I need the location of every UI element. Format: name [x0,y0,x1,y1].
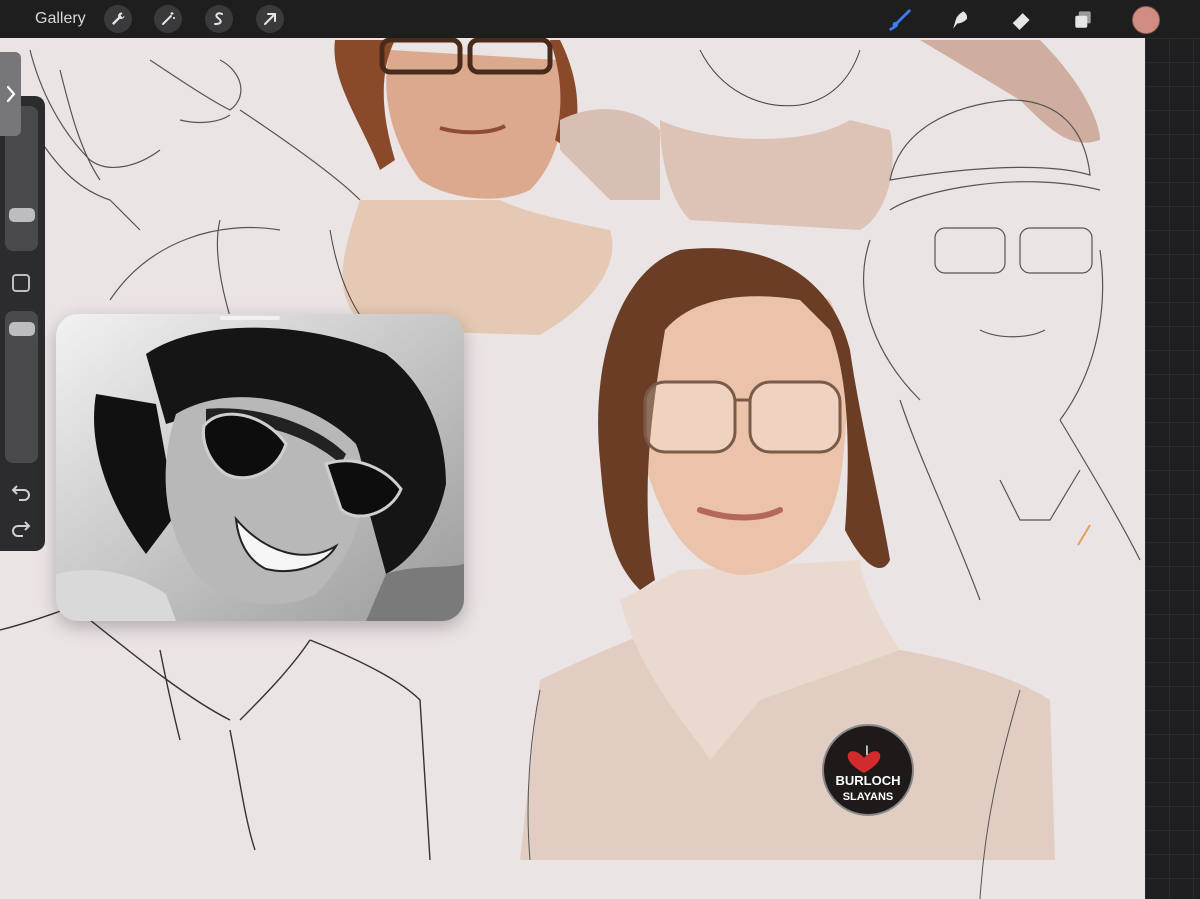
redo-icon[interactable] [10,516,32,538]
reference-window[interactable] [56,314,464,621]
smudge-icon[interactable] [946,6,974,34]
brush-size-slider-thumb[interactable] [9,208,35,223]
opacity-slider[interactable] [5,311,38,463]
magic-wand-icon[interactable] [154,5,182,33]
badge-text-burloch: BURLOCH [836,773,901,788]
brush-icon[interactable] [886,6,914,34]
eraser-icon[interactable] [1007,6,1035,34]
sketch-top-right [560,40,1100,230]
canvas-margin-grid [1145,38,1200,899]
left-sidebar [0,96,45,551]
sketch-right-cap [863,99,1141,601]
badge-text-slayans: SLAYANS [843,791,894,803]
gallery-button[interactable]: Gallery [35,10,86,28]
layers-icon[interactable] [1069,6,1097,34]
undo-icon[interactable] [10,480,32,502]
color-picker-button[interactable] [1132,6,1160,34]
badge-text-i: I [865,742,869,758]
reference-window-handle[interactable] [220,316,280,320]
portrait-top-center [329,38,613,341]
selection-icon[interactable] [205,5,233,33]
portrait-main: I BURLOCH SLAYANS [520,248,1091,899]
reference-photo [56,314,464,621]
opacity-slider-thumb[interactable] [9,321,35,336]
transform-arrow-icon[interactable] [256,5,284,33]
sidebar-toggle-tab[interactable] [0,52,21,136]
top-toolbar: Gallery [0,0,1200,38]
chevron-right-icon [6,85,15,103]
wrench-icon[interactable] [104,5,132,33]
sketch-bottom-left [0,604,431,861]
modify-button[interactable] [12,274,30,292]
